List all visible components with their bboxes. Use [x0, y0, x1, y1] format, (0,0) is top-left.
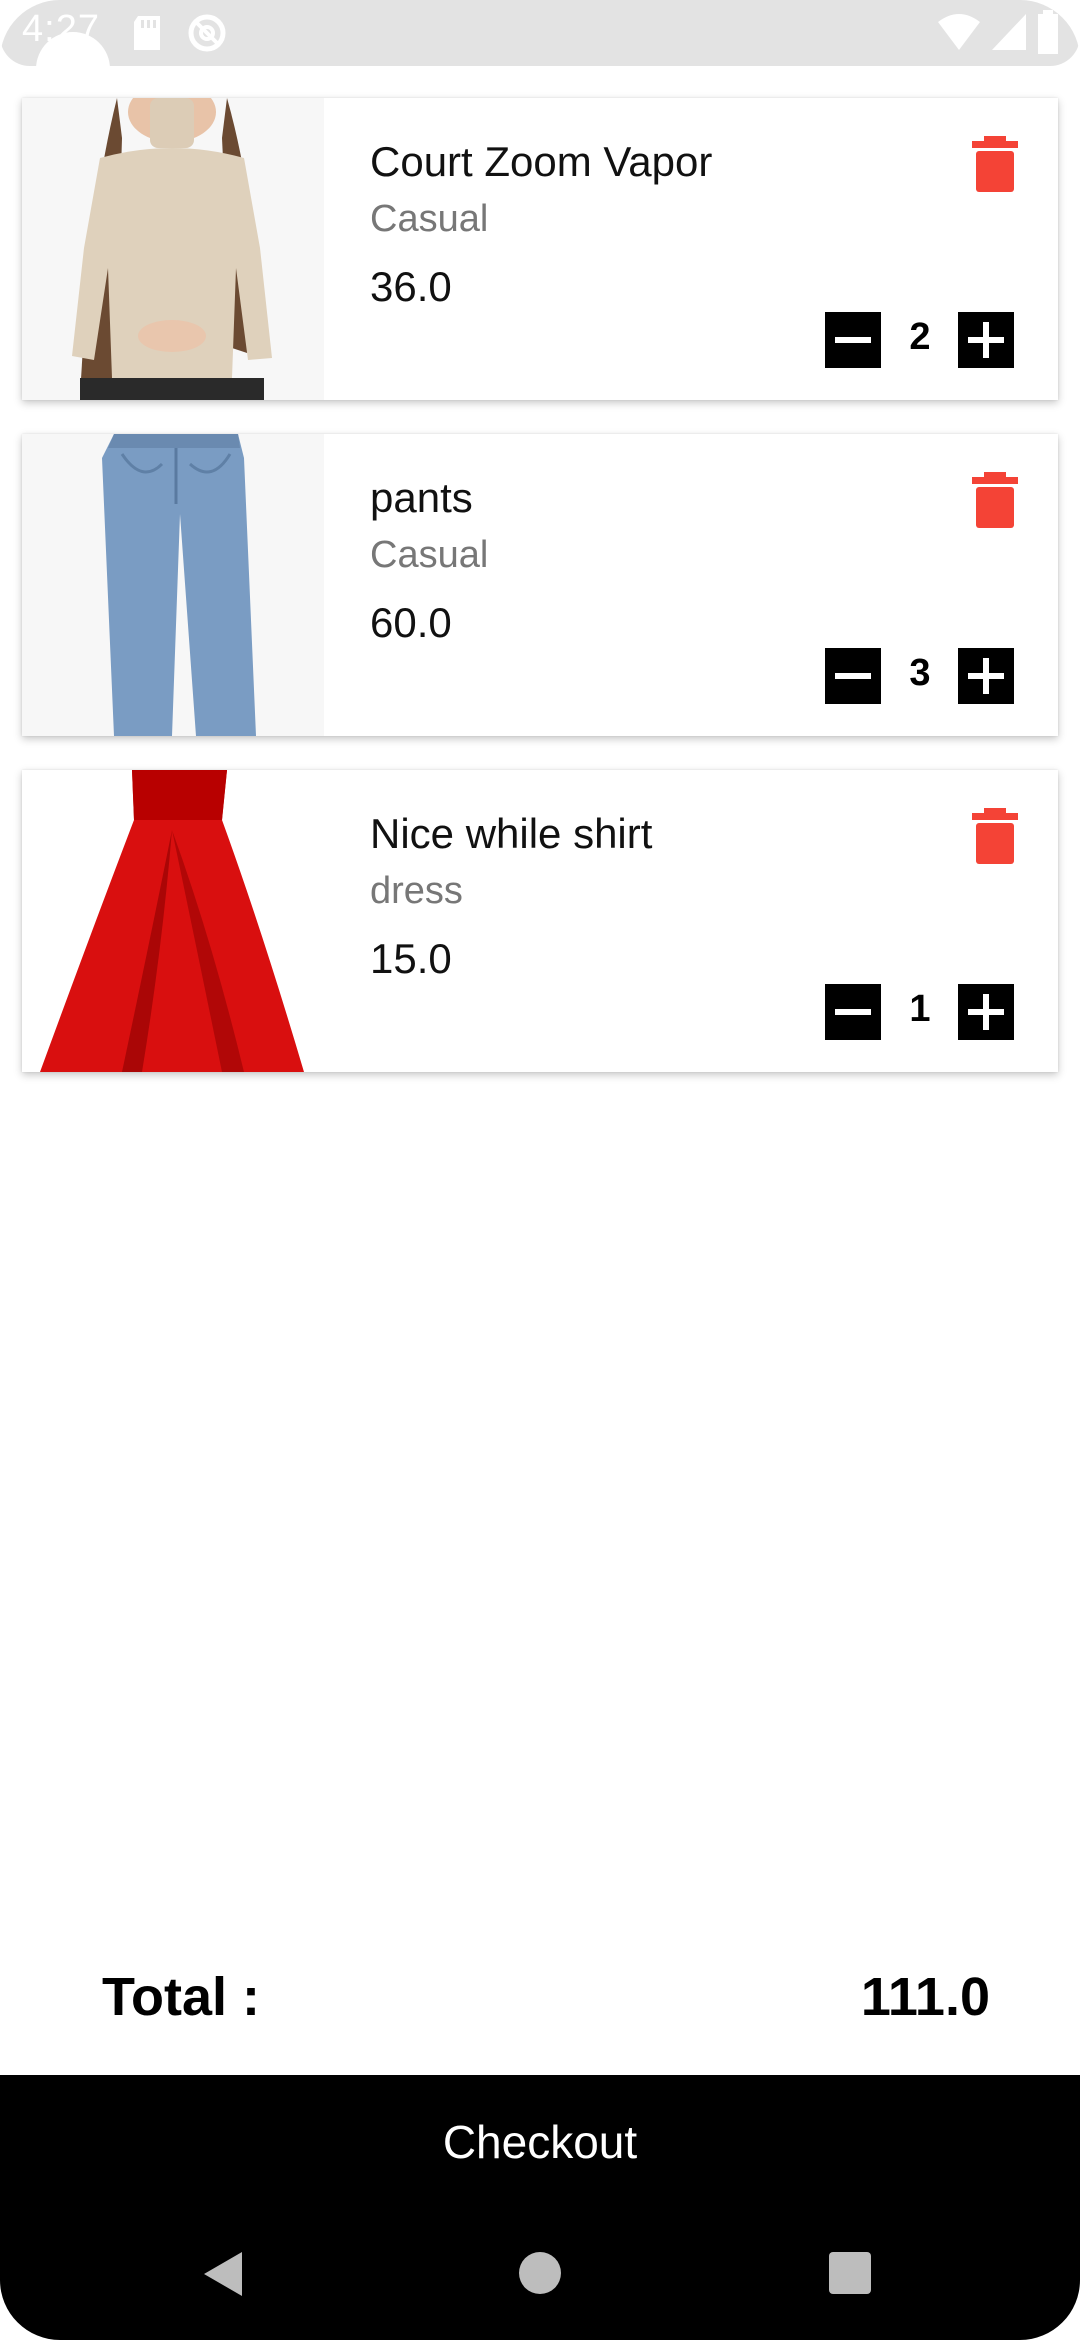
delete-icon[interactable]	[970, 136, 1020, 192]
item-name: Court Zoom Vapor	[370, 138, 713, 185]
do-not-disturb-icon	[188, 14, 226, 52]
item-name: pants	[370, 474, 473, 521]
status-bar: 4:27	[0, 0, 1080, 66]
cart-screen: 4:27 Court Zoom Vapor Casual 36.0 2 pant…	[0, 0, 1080, 2340]
sd-card-icon	[134, 16, 160, 50]
wifi-icon	[938, 14, 980, 50]
quantity-value: 2	[909, 316, 931, 358]
decrease-quantity-button[interactable]	[825, 312, 881, 368]
total-label: Total :	[102, 1967, 260, 2027]
item-category: Casual	[370, 534, 489, 576]
camera-cutout	[36, 32, 110, 106]
cart-list: Court Zoom Vapor Casual 36.0 2 pants Cas…	[22, 98, 1058, 1106]
decrease-quantity-button[interactable]	[825, 984, 881, 1040]
increase-quantity-button[interactable]	[958, 648, 1014, 704]
home-icon[interactable]	[519, 2252, 561, 2294]
cart-item[interactable]: pants Casual 60.0 3	[22, 434, 1058, 736]
recents-icon[interactable]	[829, 2252, 871, 2294]
total-value: 111.0	[860, 1967, 990, 2027]
item-category: dress	[370, 870, 463, 912]
back-icon[interactable]	[204, 2252, 242, 2296]
item-name: Nice while shirt	[370, 810, 653, 857]
item-price: 36.0	[370, 263, 452, 310]
product-image-jeans	[22, 434, 324, 736]
item-category: Casual	[370, 198, 489, 240]
delete-icon[interactable]	[970, 472, 1020, 528]
cart-item[interactable]: Nice while shirt dress 15.0 1	[22, 770, 1058, 1072]
product-image-sweater	[22, 98, 324, 400]
cart-item[interactable]: Court Zoom Vapor Casual 36.0 2	[22, 98, 1058, 400]
quantity-value: 3	[909, 652, 931, 694]
increase-quantity-button[interactable]	[958, 984, 1014, 1040]
delete-icon[interactable]	[970, 808, 1020, 864]
item-price: 60.0	[370, 599, 452, 646]
quantity-value: 1	[909, 988, 931, 1030]
increase-quantity-button[interactable]	[958, 312, 1014, 368]
battery-icon	[1038, 10, 1058, 54]
signal-icon	[992, 14, 1026, 50]
decrease-quantity-button[interactable]	[825, 648, 881, 704]
item-price: 15.0	[370, 935, 452, 982]
product-image-dress	[22, 770, 324, 1072]
checkout-button[interactable]: Checkout	[0, 2075, 1080, 2210]
